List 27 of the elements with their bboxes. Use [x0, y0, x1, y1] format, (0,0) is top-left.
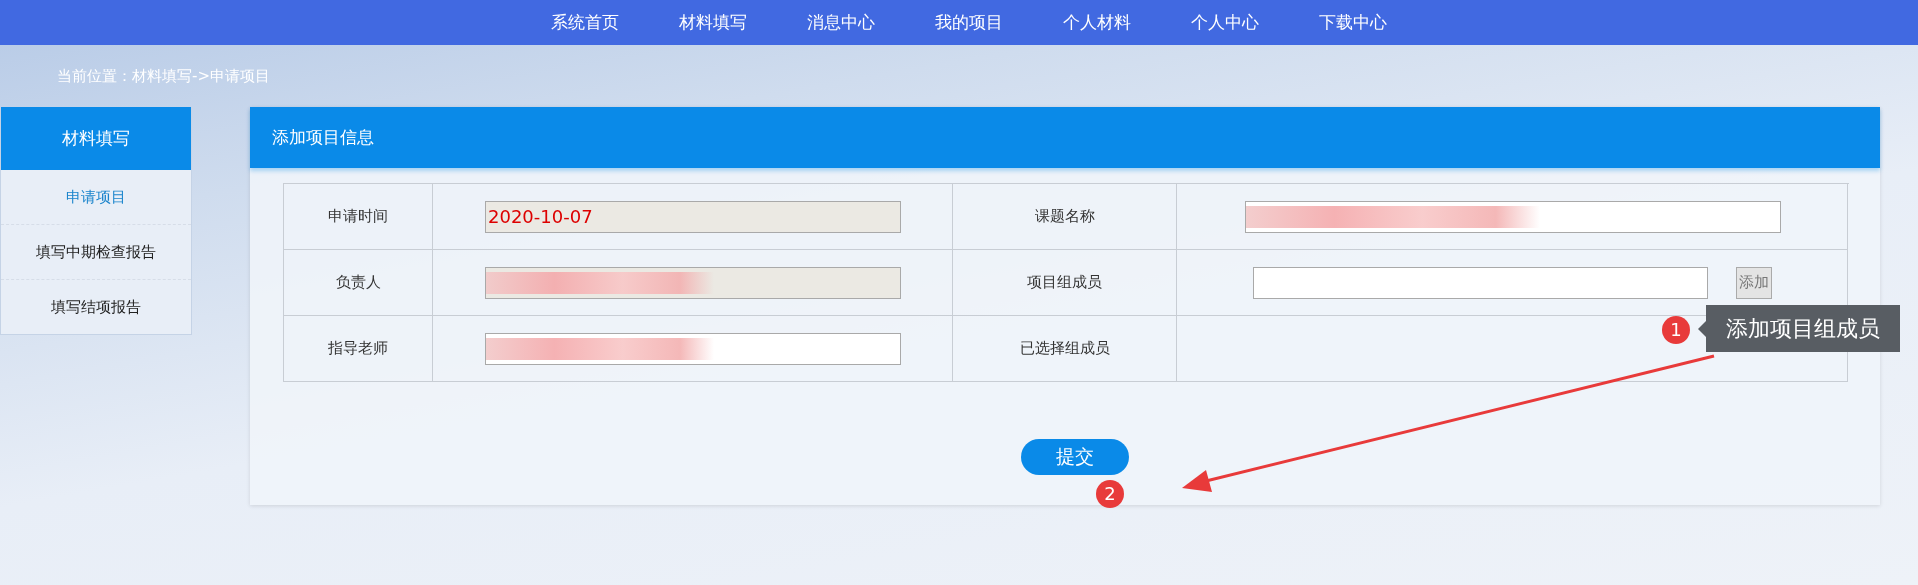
field-label: 申请时间 — [284, 184, 433, 250]
breadcrumb: 当前位置：材料填写->申请项目 — [56, 66, 271, 85]
sidebar-item[interactable]: 申请项目 — [1, 170, 191, 225]
nav-link[interactable]: 下载中心 — [1319, 0, 1387, 45]
nav-link[interactable]: 个人材料 — [1063, 0, 1131, 45]
nav-link[interactable]: 材料填写 — [679, 0, 747, 45]
nav-link[interactable]: 消息中心 — [807, 0, 875, 45]
field-label: 负责人 — [284, 250, 433, 316]
sidebar-title: 材料填写 — [1, 107, 191, 170]
nav-link[interactable]: 个人中心 — [1191, 0, 1259, 45]
sidebar-item[interactable]: 填写结项报告 — [1, 280, 191, 334]
annotation-callout: 添加项目组成员 — [1698, 305, 1900, 352]
field-label: 项目组成员 — [953, 250, 1177, 316]
nav-link[interactable]: 我的项目 — [935, 0, 1003, 45]
redacted-input-field[interactable] — [1245, 200, 1781, 233]
submit-button[interactable]: 提交 — [1021, 439, 1129, 475]
field-label: 已选择组成员 — [953, 316, 1177, 382]
input-field[interactable]: 2020-10-07 — [485, 200, 901, 233]
input-field[interactable] — [1253, 266, 1708, 299]
panel-title: 添加项目信息 — [250, 107, 1880, 168]
field-label: 课题名称 — [953, 184, 1177, 250]
add-button[interactable]: 添加 — [1736, 266, 1772, 299]
field-label: 指导老师 — [284, 316, 433, 382]
redacted-input-field[interactable] — [485, 266, 901, 299]
redacted-input-field[interactable] — [485, 332, 901, 365]
nav-link[interactable]: 系统首页 — [551, 0, 619, 45]
sidebar-item[interactable]: 填写中期检查报告 — [1, 225, 191, 280]
